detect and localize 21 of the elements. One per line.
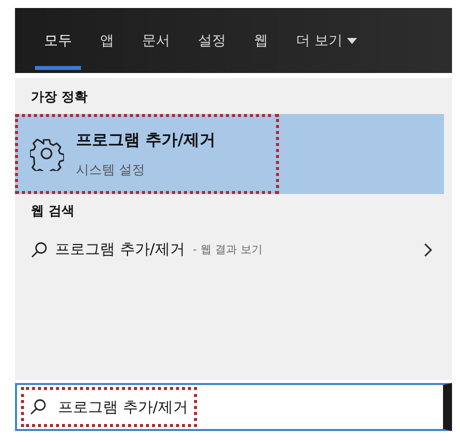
section-heading: 가장 정확 [30,89,89,107]
search-value: 프로그램 추가/제거 [58,398,188,416]
chevron-icon [424,242,432,256]
tab[interactable]: 설정 [187,8,237,73]
web-query: 프로그램 추가/제거 [55,240,185,259]
tab[interactable]: 더 보기 [285,8,368,73]
search-field[interactable]: 프로그램 추가/제거 [15,383,452,431]
best-match-item[interactable]: 프로그램 추가/제거 시스템 설정 [15,114,444,194]
web-result-hint: - 웹 결과 보기 [192,242,262,257]
tab[interactable]: 모두 [33,8,83,73]
tab[interactable]: 문서 [131,8,181,73]
tab[interactable]: 앱 [89,8,125,73]
result-title: 프로그램 추가/제거 [76,130,216,150]
section-heading: 웹 검색 [30,203,76,221]
result-subtitle: 시스템 설정 [76,162,146,178]
settings-icon [30,137,64,171]
web-result-item[interactable]: 프로그램 추가/제거 - 웹 결과 보기 [15,228,452,271]
tab[interactable]: 웹 [243,8,279,73]
caret-icon [347,38,358,44]
search-icon [30,399,46,415]
search-icon [31,242,47,258]
